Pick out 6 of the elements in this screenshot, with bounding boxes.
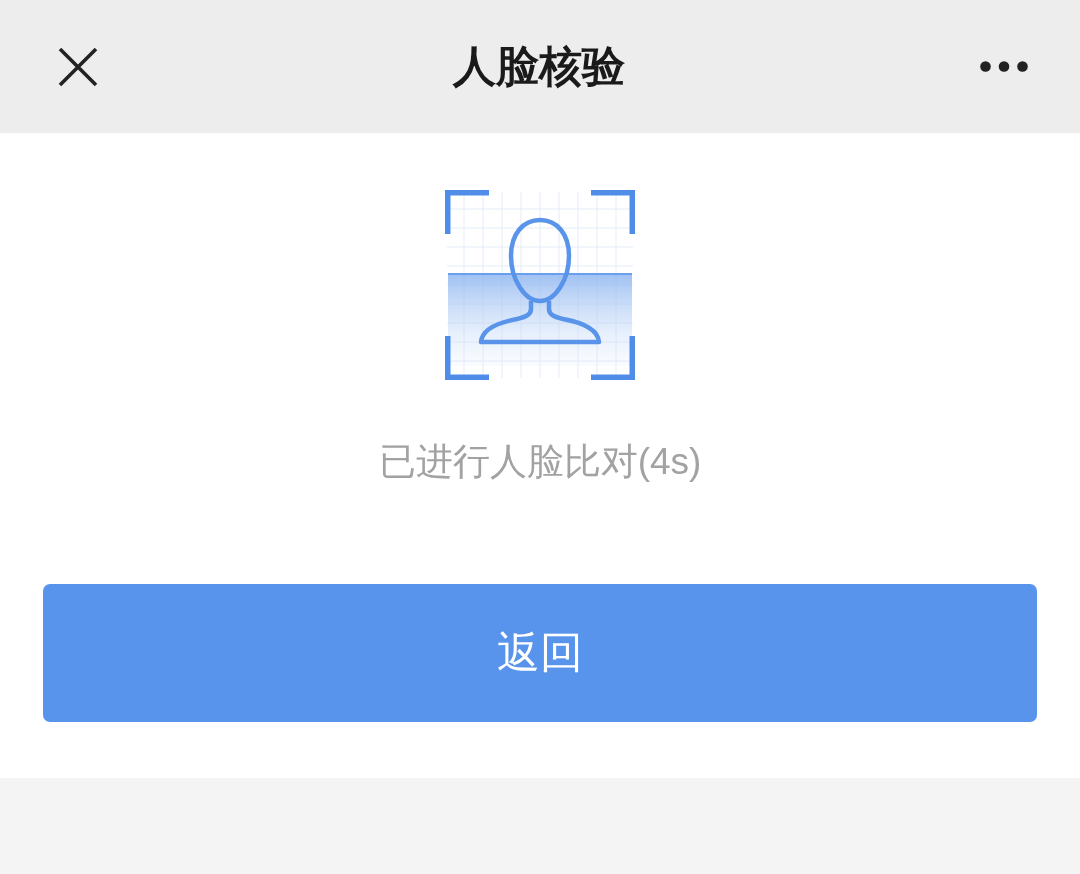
page-title: 人脸核验 [453, 40, 625, 92]
close-icon[interactable] [58, 46, 98, 87]
back-button[interactable]: 返回 [43, 584, 1037, 722]
more-icon[interactable] [980, 61, 1028, 72]
face-scan-icon [445, 190, 635, 380]
status-text: 已进行人脸比对(4s) [378, 440, 702, 484]
